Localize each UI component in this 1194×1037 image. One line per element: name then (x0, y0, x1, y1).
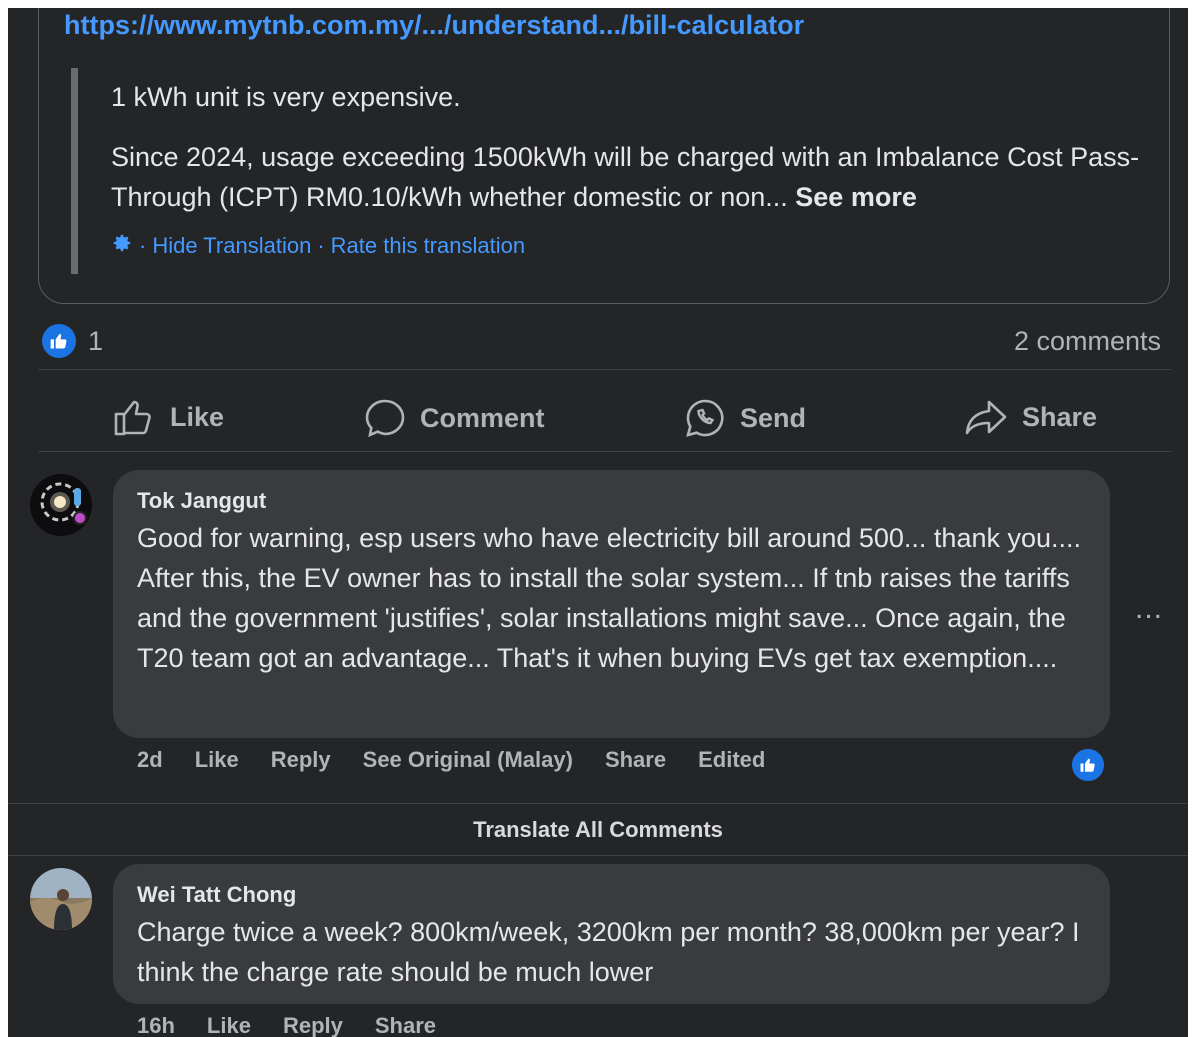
quote-text: Since 2024, usage exceeding 1500kWh will… (111, 142, 1140, 212)
rate-translation-link[interactable]: Rate this translation (331, 233, 525, 259)
translate-all-comments-button[interactable]: Translate All Comments (8, 803, 1188, 856)
comment-button[interactable]: Comment (364, 398, 545, 438)
quote-line-1: 1 kWh unit is very expensive. (111, 82, 461, 112)
comments-count-link[interactable]: 2 comments (1014, 326, 1161, 357)
facebook-post-panel: https://www.mytnb.com.my/.../understand.… (8, 8, 1188, 1037)
like-label: Like (170, 401, 225, 432)
comment-bubble: Tok Janggut Good for warning, esp users … (113, 470, 1110, 738)
avatar-wei-tatt-chong[interactable] (30, 868, 92, 930)
like-button[interactable]: Like (114, 398, 224, 436)
separator-dot: · (317, 233, 325, 258)
whatsapp-icon (686, 399, 724, 437)
send-label: Send (740, 402, 807, 433)
comment-author[interactable]: Wei Tatt Chong (137, 882, 1086, 908)
comment-like-reaction-icon[interactable] (1070, 747, 1106, 783)
comment-bubble: Wei Tatt Chong Charge twice a week? 800k… (113, 864, 1110, 1004)
comment-text: Good for warning, esp users who have ele… (137, 523, 1082, 673)
see-original-link[interactable]: See Original (Malay) (363, 747, 573, 773)
comment-share-link[interactable]: Share (375, 1013, 436, 1037)
comment-reply-link[interactable]: Reply (283, 1013, 343, 1037)
reaction-summary[interactable]: 1 (42, 324, 103, 358)
share-arrow-icon (965, 400, 1007, 435)
comment-text: Charge twice a week? 800km/week, 3200km … (137, 917, 1080, 987)
quote-line-2: Since 2024, usage exceeding 1500kWh will… (111, 137, 1151, 217)
separator-dot: · (139, 233, 147, 258)
avatar-tok-janggut[interactable] (30, 474, 92, 536)
more-options-icon[interactable]: ... (1135, 592, 1163, 626)
comment-share-link[interactable]: Share (605, 747, 666, 773)
comment-timestamp[interactable]: 2d (137, 747, 163, 773)
reaction-count: 1 (88, 325, 104, 356)
comment-label: Comment (420, 402, 545, 433)
comment-reply-link[interactable]: Reply (271, 747, 331, 773)
comment-actions: 16h Like Reply Share (137, 1013, 468, 1037)
quote-bar (71, 68, 78, 274)
edited-label[interactable]: Edited (698, 747, 765, 773)
comment-author[interactable]: Tok Janggut (137, 488, 1086, 514)
thumbs-up-icon (114, 400, 151, 436)
comment-like-link[interactable]: Like (195, 747, 239, 773)
see-more-link[interactable]: See more (795, 182, 917, 212)
share-label: Share (1022, 401, 1098, 432)
shared-link[interactable]: https://www.mytnb.com.my/.../understand.… (64, 10, 804, 41)
send-button[interactable]: Send (684, 398, 806, 438)
gear-icon[interactable] (111, 232, 133, 260)
like-reaction-icon (42, 324, 76, 358)
divider (38, 451, 1171, 452)
hide-translation-link[interactable]: Hide Translation (152, 233, 311, 259)
comment-timestamp[interactable]: 16h (137, 1013, 175, 1037)
comment-actions: 2d Like Reply See Original (Malay) Share… (137, 747, 797, 773)
translation-controls: · Hide Translation · Rate this translati… (111, 232, 531, 260)
share-button[interactable]: Share (964, 398, 1097, 436)
divider (38, 369, 1171, 370)
comment-like-link[interactable]: Like (207, 1013, 251, 1037)
comment-bubble-icon (365, 399, 405, 438)
